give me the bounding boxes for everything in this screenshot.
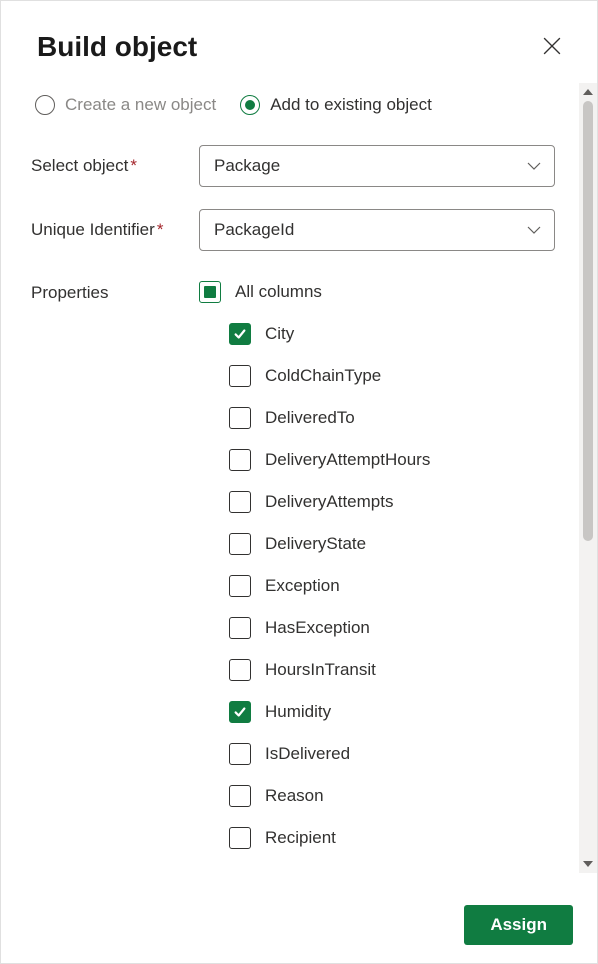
radio-label-add: Add to existing object (270, 95, 432, 115)
radio-icon (240, 95, 260, 115)
checkbox-property[interactable]: Humidity (229, 701, 573, 723)
checkbox-label: ColdChainType (265, 366, 381, 386)
checkbox-label: All columns (235, 282, 322, 302)
checkbox-icon (229, 533, 251, 555)
checkbox-label: DeliveredTo (265, 408, 355, 428)
checkbox-label: IsDelivered (265, 744, 350, 764)
radio-label-create: Create a new object (65, 95, 216, 115)
properties-checkbox-list: All columns City ColdChainType DeliveredTo… (199, 281, 573, 869)
select-object-dropdown[interactable]: Package (199, 145, 555, 187)
checkbox-property[interactable]: DeliveredTo (229, 407, 573, 429)
unique-identifier-dropdown[interactable]: PackageId (199, 209, 555, 251)
checkbox-property[interactable]: IsDelivered (229, 743, 573, 765)
checkbox-label: DeliveryAttemptHours (265, 450, 430, 470)
checkbox-property[interactable]: Recipient (229, 827, 573, 849)
scrollbar[interactable] (579, 83, 597, 873)
scroll-down-arrow-icon[interactable] (579, 855, 597, 873)
checkbox-label: City (265, 324, 294, 344)
assign-button[interactable]: Assign (464, 905, 573, 945)
checkbox-label: Humidity (265, 702, 331, 722)
radio-create-new[interactable]: Create a new object (35, 95, 216, 115)
radio-add-existing[interactable]: Add to existing object (240, 95, 432, 115)
checkbox-icon (199, 281, 221, 303)
checkbox-property[interactable]: Exception (229, 575, 573, 597)
checkbox-icon (229, 575, 251, 597)
checkbox-label: HoursInTransit (265, 660, 376, 680)
checkbox-label: DeliveryAttempts (265, 492, 393, 512)
checkbox-property[interactable]: HasException (229, 617, 573, 639)
checkbox-property[interactable]: DeliveryAttemptHours (229, 449, 573, 471)
properties-label: Properties (31, 281, 199, 869)
checkbox-property[interactable]: City (229, 323, 573, 345)
dialog-title: Build object (37, 31, 197, 63)
checkbox-icon (229, 617, 251, 639)
checkbox-icon (229, 701, 251, 723)
unique-identifier-label: Unique Identifier* (31, 220, 199, 240)
mode-radio-group: Create a new object Add to existing obje… (29, 83, 573, 145)
checkbox-label: Recipient (265, 828, 336, 848)
checkbox-label: Reason (265, 786, 324, 806)
checkbox-property[interactable]: Reason (229, 785, 573, 807)
checkbox-all-columns[interactable]: All columns (199, 281, 573, 303)
checkbox-label: HasException (265, 618, 370, 638)
radio-icon (35, 95, 55, 115)
checkbox-icon (229, 365, 251, 387)
checkbox-label: DeliveryState (265, 534, 366, 554)
checkbox-icon (229, 827, 251, 849)
checkbox-icon (229, 323, 251, 345)
select-object-label: Select object* (31, 156, 199, 176)
checkbox-icon (229, 743, 251, 765)
checkbox-property[interactable]: DeliveryAttempts (229, 491, 573, 513)
checkbox-icon (229, 449, 251, 471)
checkbox-icon (229, 407, 251, 429)
checkbox-property[interactable]: HoursInTransit (229, 659, 573, 681)
scroll-up-arrow-icon[interactable] (579, 83, 597, 101)
checkbox-icon (229, 785, 251, 807)
checkbox-property[interactable]: ColdChainType (229, 365, 573, 387)
checkbox-label: Exception (265, 576, 340, 596)
close-button[interactable] (539, 33, 565, 62)
checkbox-icon (229, 491, 251, 513)
scroll-thumb[interactable] (583, 101, 593, 541)
close-icon (543, 37, 561, 55)
checkbox-property[interactable]: DeliveryState (229, 533, 573, 555)
checkbox-icon (229, 659, 251, 681)
